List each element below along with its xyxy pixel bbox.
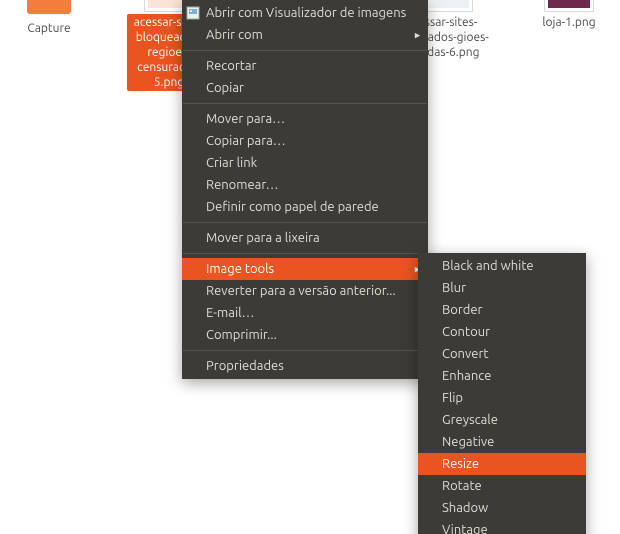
menu-label: Comprimir... [206, 328, 277, 342]
menu-image-tools[interactable]: Image tools [182, 258, 428, 280]
file-manager-window: Capture acessar-sites-bloqueados-regioes… [0, 0, 620, 534]
menu-label: Resize [442, 457, 479, 471]
menu-label: Abrir com Visualizador de imagens [206, 6, 406, 20]
submenu-image-tools: Black and white Blur Border Contour Conv… [418, 253, 586, 534]
menu-label: E-mail… [206, 306, 255, 320]
menu-separator [183, 222, 427, 223]
menu-label: Greyscale [442, 413, 498, 427]
menu-compress[interactable]: Comprimir... [182, 324, 428, 346]
menu-label: Negative [442, 435, 494, 449]
menu-label: Flip [442, 391, 463, 405]
menu-label: Criar link [206, 156, 257, 170]
menu-label: Recortar [206, 59, 256, 73]
menu-label: Mover para a lixeira [206, 231, 320, 245]
submenu-shadow[interactable]: Shadow [418, 497, 586, 519]
menu-create-link[interactable]: Criar link [182, 152, 428, 174]
submenu-blur[interactable]: Blur [418, 277, 586, 299]
menu-move-to[interactable]: Mover para… [182, 108, 428, 130]
menu-label: Reverter para a versão anterior... [206, 284, 396, 298]
submenu-greyscale[interactable]: Greyscale [418, 409, 586, 431]
submenu-border[interactable]: Border [418, 299, 586, 321]
menu-email[interactable]: E-mail… [182, 302, 428, 324]
folder-icon [24, 0, 74, 16]
submenu-flip[interactable]: Flip [418, 387, 586, 409]
menu-trash[interactable]: Mover para a lixeira [182, 227, 428, 249]
menu-cut[interactable]: Recortar [182, 55, 428, 77]
menu-separator [183, 253, 427, 254]
menu-revert[interactable]: Reverter para a versão anterior... [182, 280, 428, 302]
menu-separator [183, 103, 427, 104]
menu-label: Vintage [442, 523, 488, 534]
menu-separator [183, 50, 427, 51]
menu-set-wallpaper[interactable]: Definir como papel de parede [182, 196, 428, 218]
menu-label: Mover para… [206, 112, 285, 126]
menu-label: Blur [442, 281, 466, 295]
menu-label: Copiar [206, 81, 244, 95]
menu-open-with-viewer[interactable]: Abrir com Visualizador de imagens [182, 2, 428, 24]
menu-label: Border [442, 303, 482, 317]
image-thumbnail-icon [544, 0, 594, 10]
submenu-enhance[interactable]: Enhance [418, 365, 586, 387]
file-label: loja-1.png [539, 14, 598, 31]
context-menu: Abrir com Visualizador de imagens Abrir … [182, 0, 428, 379]
menu-label: Enhance [442, 369, 491, 383]
submenu-contour[interactable]: Contour [418, 321, 586, 343]
submenu-rotate[interactable]: Rotate [418, 475, 586, 497]
menu-copy[interactable]: Copiar [182, 77, 428, 99]
file-item-loja[interactable]: loja-1.png [528, 0, 610, 31]
menu-label: Renomear… [206, 178, 279, 192]
menu-rename[interactable]: Renomear… [182, 174, 428, 196]
menu-label: Convert [442, 347, 489, 361]
menu-label: Copiar para… [206, 134, 286, 148]
image-viewer-icon [186, 6, 200, 20]
menu-label: Rotate [442, 479, 482, 493]
menu-label: Definir como papel de parede [206, 200, 379, 214]
menu-label: Image tools [206, 262, 274, 276]
menu-label: Black and white [442, 259, 534, 273]
file-item-capture[interactable]: Capture [4, 0, 94, 37]
menu-label: Contour [442, 325, 490, 339]
menu-separator [183, 350, 427, 351]
submenu-negative[interactable]: Negative [418, 431, 586, 453]
menu-label: Abrir com [206, 28, 263, 42]
menu-label: Propriedades [206, 359, 284, 373]
submenu-black-and-white[interactable]: Black and white [418, 255, 586, 277]
submenu-resize[interactable]: Resize [418, 453, 586, 475]
image-thumbnail-icon [423, 0, 473, 10]
menu-open-with[interactable]: Abrir com [182, 24, 428, 46]
menu-copy-to[interactable]: Copiar para… [182, 130, 428, 152]
file-label: Capture [24, 20, 73, 37]
submenu-vintage[interactable]: Vintage [418, 519, 586, 534]
menu-properties[interactable]: Propriedades [182, 355, 428, 377]
submenu-convert[interactable]: Convert [418, 343, 586, 365]
menu-label: Shadow [442, 501, 488, 515]
